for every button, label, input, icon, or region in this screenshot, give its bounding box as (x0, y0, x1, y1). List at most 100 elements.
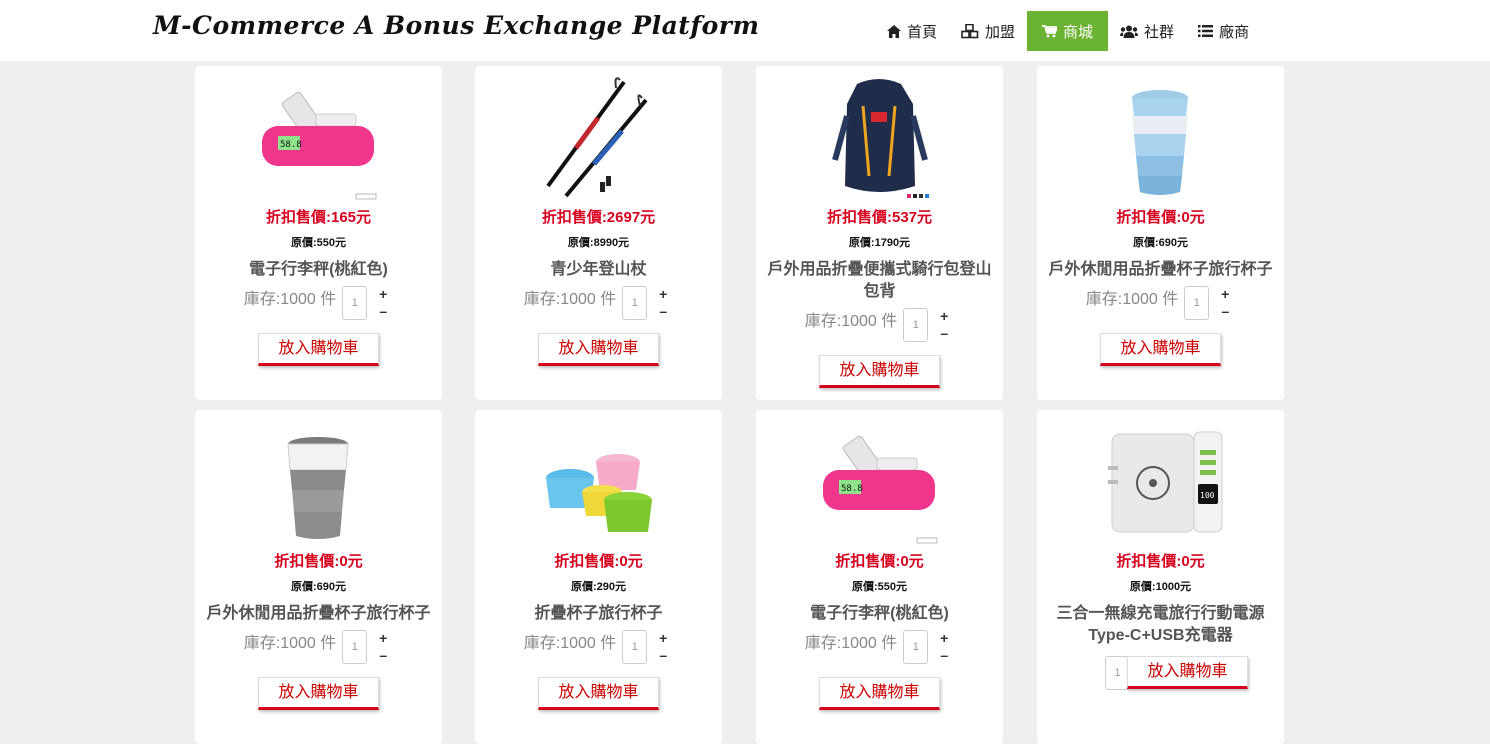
product-name[interactable]: 戶外用品折疊便攜式騎行包登山包背 (760, 259, 999, 303)
discount-price: 折扣售價:537元 (826, 209, 933, 226)
plus-button[interactable]: + (934, 630, 954, 647)
original-price: 原價:1790元 (848, 237, 911, 249)
original-price: 原價:690元 (1132, 237, 1189, 249)
stock-label: 庫存:1000 件 (523, 291, 617, 308)
stock-label: 庫存:1000 件 (243, 291, 337, 308)
product-card: 折扣售價:0元 原價:290元 折疊杯子旅行杯子 庫存:1000 件 1 + –… (475, 410, 722, 744)
discount-price: 折扣售價:0元 (1116, 209, 1205, 226)
quantity-stepper: + – (934, 308, 954, 342)
add-to-cart-button[interactable]: 放入購物車 (1127, 656, 1248, 689)
minus-button[interactable]: – (653, 303, 673, 320)
product-name[interactable]: 戶外休閒用品折疊杯子旅行杯子 (1041, 259, 1280, 281)
quantity-input[interactable]: 1 (1184, 286, 1210, 320)
product-image-trekking-poles[interactable] (536, 76, 661, 201)
nav-join-label: 加盟 (985, 23, 1016, 41)
minus-button[interactable]: – (373, 647, 393, 664)
add-to-cart-button[interactable]: 放入購物車 (538, 333, 659, 366)
quantity-input[interactable]: 1 (622, 286, 648, 320)
discount-price: 折扣售價:0元 (274, 553, 363, 570)
add-to-cart-button[interactable]: 放入購物車 (258, 333, 379, 366)
quantity-input[interactable]: 1 (342, 630, 368, 664)
product-name[interactable]: 電子行李秤(桃紅色) (760, 603, 999, 625)
minus-button[interactable]: – (1215, 303, 1235, 320)
product-image-blue-cup[interactable] (1098, 76, 1223, 201)
main-nav: 首頁 加盟 商城 社群 廠商 (875, 11, 1261, 51)
nav-vendors[interactable]: 廠商 (1186, 11, 1261, 51)
list-icon (1198, 25, 1214, 37)
stock-label: 庫存:1000 件 (1085, 291, 1179, 308)
product-image-gray-cup[interactable] (256, 420, 381, 545)
scale-reading: 58.8 (841, 484, 863, 494)
minus-button[interactable]: – (653, 647, 673, 664)
add-to-cart-button[interactable]: 放入購物車 (819, 677, 940, 710)
powerbank-reading: 100 (1200, 491, 1215, 500)
product-card: 58.8 折扣售價:0元 原價:550元 電子行李秤(桃紅色) 庫存:1000 … (756, 410, 1003, 744)
minus-button[interactable]: – (373, 303, 393, 320)
discount-price: 折扣售價:2697元 (541, 209, 656, 226)
quantity-input[interactable]: 1 (342, 286, 368, 320)
product-image-power-bank[interactable]: 100 (1098, 420, 1223, 545)
nav-home-label: 首頁 (907, 23, 938, 41)
product-image-luggage-scale[interactable]: 58.8 (256, 76, 381, 201)
original-price: 原價:290元 (570, 581, 627, 593)
add-to-cart-button[interactable]: 放入購物車 (1100, 333, 1221, 366)
stock-row: 庫存:1000 件 1 + – (756, 630, 1003, 664)
product-name[interactable]: 戶外休閒用品折疊杯子旅行杯子 (199, 603, 438, 625)
quantity-input[interactable]: 1 (903, 308, 929, 342)
plus-button[interactable]: + (373, 286, 393, 303)
stock-label: 庫存:1000 件 (523, 635, 617, 652)
quantity-stepper: + – (1215, 286, 1235, 320)
nav-vendors-label: 廠商 (1219, 23, 1250, 41)
cubes-icon (961, 23, 979, 38)
add-to-cart-button[interactable]: 放入購物車 (258, 677, 379, 710)
minus-button[interactable]: – (934, 325, 954, 342)
nav-community-label: 社群 (1144, 23, 1175, 41)
discount-price: 折扣售價:0元 (835, 553, 924, 570)
plus-button[interactable]: + (1215, 286, 1235, 303)
product-card: 58.8 折扣售價:165元 原價:550元 電子行李秤(桃紅色) 庫存:100… (195, 66, 442, 400)
product-name[interactable]: 折疊杯子旅行杯子 (479, 603, 718, 625)
add-to-cart-button[interactable]: 放入購物車 (819, 355, 940, 388)
plus-button[interactable]: + (373, 630, 393, 647)
plus-button[interactable]: + (653, 286, 673, 303)
quantity-stepper: + – (653, 630, 673, 664)
users-icon (1120, 25, 1139, 38)
discount-price: 折扣售價:165元 (265, 209, 372, 226)
brand-logo[interactable]: M-Commerce A Bonus Exchange Platform (153, 11, 759, 40)
product-name[interactable]: 電子行李秤(桃紅色) (199, 259, 438, 281)
product-name[interactable]: 青少年登山杖 (479, 259, 718, 281)
plus-button[interactable]: + (934, 308, 954, 325)
stock-row: 庫存:1000 件 1 + – (195, 286, 442, 320)
plus-button[interactable]: + (653, 630, 673, 647)
product-image-backpack[interactable] (817, 76, 942, 201)
original-price: 原價:550元 (851, 581, 908, 593)
original-price: 原價:550元 (290, 237, 347, 249)
original-price: 原價:8990元 (567, 237, 630, 249)
nav-community[interactable]: 社群 (1108, 11, 1186, 51)
original-price: 原價:690元 (290, 581, 347, 593)
original-price: 原價:1000元 (1129, 581, 1192, 593)
stock-row: 庫存:1000 件 1 + – (195, 630, 442, 664)
nav-mall[interactable]: 商城 (1027, 11, 1109, 51)
product-card: 100 折扣售價:0元 原價:1000元 三合一無線充電旅行行動電源 Type-… (1037, 410, 1284, 744)
quantity-stepper: + – (653, 286, 673, 320)
product-name[interactable]: 三合一無線充電旅行行動電源 Type-C+USB充電器 (1041, 603, 1280, 647)
stock-row: 庫存:1000 件 1 + – (475, 286, 722, 320)
add-to-cart-button[interactable]: 放入購物車 (538, 677, 659, 710)
scale-reading: 58.8 (280, 140, 302, 150)
product-image-color-cups[interactable] (536, 420, 661, 545)
nav-home[interactable]: 首頁 (875, 11, 949, 51)
discount-price: 折扣售價:0元 (1116, 553, 1205, 570)
discount-price: 折扣售價:0元 (554, 553, 643, 570)
minus-button[interactable]: – (934, 647, 954, 664)
nav-join[interactable]: 加盟 (949, 11, 1027, 51)
stock-label: 庫存:1000 件 (804, 635, 898, 652)
stock-row: 庫存:1000 件 1 + – (756, 308, 1003, 342)
product-image-luggage-scale[interactable]: 58.8 (817, 420, 942, 545)
product-card: 折扣售價:537元 原價:1790元 戶外用品折疊便攜式騎行包登山包背 庫存:1… (756, 66, 1003, 400)
quantity-stepper: + – (934, 630, 954, 664)
stock-row: 庫存:1000 件 1 + – (475, 630, 722, 664)
stock-label: 庫存:1000 件 (243, 635, 337, 652)
quantity-input[interactable]: 1 (622, 630, 648, 664)
quantity-input[interactable]: 1 (903, 630, 929, 664)
